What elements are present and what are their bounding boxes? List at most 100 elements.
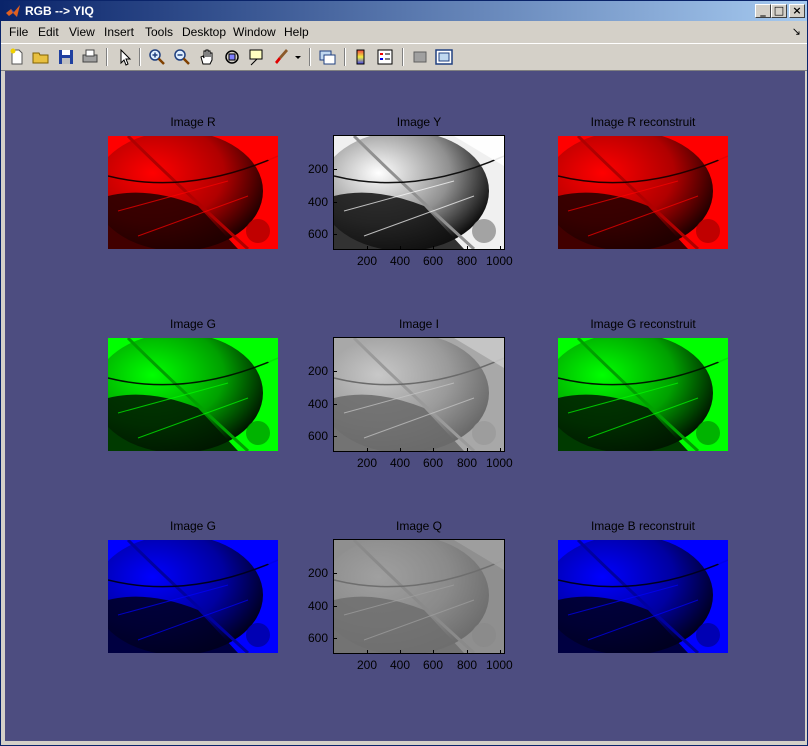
x-tick-mark <box>467 246 468 249</box>
y-tick-mark <box>334 573 337 574</box>
y-tick-mark <box>334 202 337 203</box>
axes-title: Image B reconstruit <box>590 519 696 533</box>
print-icon[interactable] <box>80 47 100 67</box>
y-tick-label: 400 <box>308 195 329 209</box>
y-tick-mark <box>334 638 337 639</box>
menu-desktop[interactable]: Desktop <box>182 25 226 39</box>
menu-window[interactable]: Window <box>233 25 276 39</box>
toolbar-separator <box>344 48 346 66</box>
rotate-3d-icon[interactable] <box>222 47 242 67</box>
x-tick-label: 600 <box>423 658 444 672</box>
menu-insert[interactable]: Insert <box>104 25 134 39</box>
new-figure-icon[interactable] <box>7 47 27 67</box>
y-tick-label: 200 <box>308 162 329 176</box>
x-tick-label: 400 <box>390 254 411 268</box>
y-tick-mark <box>334 404 337 405</box>
brush-dropdown-icon[interactable] <box>293 47 303 67</box>
data-cursor-icon[interactable] <box>247 47 267 67</box>
y-tick-label: 600 <box>308 631 329 645</box>
axes-title: Image I <box>398 317 440 331</box>
x-tick-label: 400 <box>390 658 411 672</box>
menu-view[interactable]: View <box>69 25 95 39</box>
axes-image-green[interactable] <box>558 338 728 451</box>
x-tick-mark <box>467 448 468 451</box>
x-tick-label: 1000 <box>486 658 513 672</box>
open-file-icon[interactable] <box>31 47 51 67</box>
axes-image-blue[interactable] <box>108 540 278 653</box>
figure-toolbar <box>1 43 807 71</box>
axes-box <box>333 539 505 654</box>
hide-plot-tools-icon[interactable] <box>410 47 430 67</box>
y-tick-label: 400 <box>308 397 329 411</box>
axes-title: Image G reconstruit <box>590 317 696 331</box>
toolbar-separator <box>309 48 311 66</box>
x-tick-label: 800 <box>457 254 478 268</box>
insert-legend-icon[interactable] <box>375 47 395 67</box>
axes-title: Image G <box>169 317 217 331</box>
y-tick-mark <box>334 436 337 437</box>
edit-plot-icon[interactable] <box>115 47 135 67</box>
y-tick-label: 600 <box>308 429 329 443</box>
figure-window: RGB --> YIQ _ □ × File Edit View Insert … <box>0 0 808 746</box>
toolbar-separator <box>402 48 404 66</box>
y-tick-mark <box>334 234 337 235</box>
menu-file[interactable]: File <box>9 25 28 39</box>
axes-box <box>333 337 505 452</box>
x-tick-mark <box>367 448 368 451</box>
menu-edit[interactable]: Edit <box>38 25 59 39</box>
axes-box <box>333 135 505 250</box>
toolbar-separator <box>106 48 108 66</box>
x-tick-mark <box>400 448 401 451</box>
axes-title: Image R <box>170 115 216 129</box>
x-tick-mark <box>433 448 434 451</box>
insert-colorbar-icon[interactable] <box>351 47 371 67</box>
x-tick-mark <box>500 448 501 451</box>
zoom-in-icon[interactable] <box>147 47 167 67</box>
close-button[interactable]: × <box>789 4 805 18</box>
x-tick-mark <box>500 650 501 653</box>
axes-title: Image Y <box>396 115 442 129</box>
x-tick-mark <box>500 246 501 249</box>
x-tick-label: 600 <box>423 456 444 470</box>
y-tick-label: 600 <box>308 227 329 241</box>
axes-image-red[interactable] <box>108 136 278 249</box>
pan-icon[interactable] <box>197 47 217 67</box>
x-tick-mark <box>467 650 468 653</box>
y-tick-label: 200 <box>308 364 329 378</box>
brush-icon[interactable] <box>272 47 292 67</box>
window-title: RGB --> YIQ <box>25 4 94 18</box>
title-bar[interactable]: RGB --> YIQ _ □ × <box>1 1 807 21</box>
x-tick-label: 200 <box>357 254 378 268</box>
dock-figure-icon[interactable]: ↘ <box>792 25 801 38</box>
toolbar-separator <box>139 48 141 66</box>
axes-image-red[interactable] <box>558 136 728 249</box>
x-tick-mark <box>400 650 401 653</box>
x-tick-mark <box>367 246 368 249</box>
x-tick-label: 1000 <box>486 254 513 268</box>
y-tick-mark <box>334 371 337 372</box>
y-tick-mark <box>334 606 337 607</box>
axes-title: Image G <box>169 519 217 533</box>
menu-help[interactable]: Help <box>284 25 309 39</box>
axes-image-blue[interactable] <box>558 540 728 653</box>
x-tick-label: 800 <box>457 456 478 470</box>
link-plot-icon[interactable] <box>317 47 337 67</box>
y-tick-label: 400 <box>308 599 329 613</box>
axes-image-green[interactable] <box>108 338 278 451</box>
show-plot-tools-icon[interactable] <box>434 47 454 67</box>
save-icon[interactable] <box>56 47 76 67</box>
minimize-button[interactable]: _ <box>755 4 771 18</box>
x-tick-mark <box>433 246 434 249</box>
menu-bar: File Edit View Insert Tools Desktop Wind… <box>1 22 807 42</box>
zoom-out-icon[interactable] <box>172 47 192 67</box>
y-tick-label: 200 <box>308 566 329 580</box>
x-tick-label: 800 <box>457 658 478 672</box>
matlab-logo-icon <box>6 5 20 17</box>
x-tick-mark <box>433 650 434 653</box>
axes-title: Image Q <box>395 519 443 533</box>
x-tick-label: 200 <box>357 658 378 672</box>
maximize-button[interactable]: □ <box>771 4 787 18</box>
x-tick-label: 200 <box>357 456 378 470</box>
menu-tools[interactable]: Tools <box>145 25 173 39</box>
x-tick-label: 1000 <box>486 456 513 470</box>
